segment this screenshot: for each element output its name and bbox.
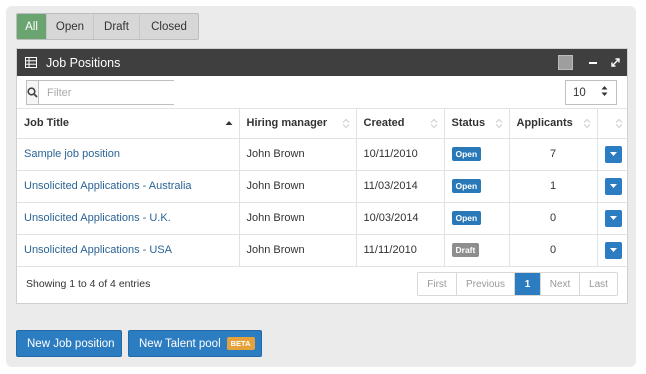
expand-icon[interactable] <box>608 55 623 70</box>
job-title-link[interactable]: Unsolicited Applications - Australia <box>24 180 192 192</box>
button-label: New Talent pool <box>139 337 221 350</box>
page-first[interactable]: First <box>418 273 457 295</box>
job-title-link[interactable]: Sample job position <box>24 148 120 160</box>
col-label: Hiring manager <box>246 117 328 130</box>
applicants-count: 1 <box>509 170 598 203</box>
pagination: First Previous 1 Next Last <box>417 272 618 296</box>
tab-closed[interactable]: Closed <box>140 14 198 39</box>
square-icon[interactable] <box>558 55 573 70</box>
table-row: Unsolicited Applications - Australia Joh… <box>17 170 629 203</box>
job-title-link[interactable]: Unsolicited Applications - USA <box>24 244 172 256</box>
col-applicants[interactable]: Applicants <box>509 109 598 139</box>
button-label: New Job position <box>27 337 115 350</box>
page-next[interactable]: Next <box>541 273 580 295</box>
job-positions-table: Job Title Hiring manager Created Status … <box>17 109 629 267</box>
table-icon <box>25 56 39 70</box>
panel-title: Job Positions <box>46 55 121 70</box>
applicants-count: 0 <box>509 202 598 235</box>
status-filter-tabs: All Open Draft Closed <box>16 13 199 40</box>
hiring-manager: John Brown <box>239 138 357 171</box>
created-date: 10/11/2010 <box>356 138 445 171</box>
hiring-manager: John Brown <box>239 234 357 267</box>
col-label: Created <box>363 117 405 130</box>
sort-icon <box>342 118 350 132</box>
status-badge: Open <box>451 211 482 225</box>
hiring-manager: John Brown <box>239 202 357 235</box>
col-label: Applicants <box>516 117 573 130</box>
minimize-icon[interactable] <box>585 55 600 70</box>
search-icon[interactable] <box>27 81 39 104</box>
applicants-count: 7 <box>509 138 598 171</box>
status-badge: Draft <box>451 243 480 257</box>
col-hiring-manager[interactable]: Hiring manager <box>239 109 357 139</box>
applicants-count: 0 <box>509 234 598 267</box>
tab-open[interactable]: Open <box>47 14 94 39</box>
page-last[interactable]: Last <box>580 273 617 295</box>
row-menu-button[interactable] <box>604 241 622 259</box>
col-label: Job Title <box>24 117 70 130</box>
sort-icon <box>495 118 503 132</box>
caret-down-icon <box>609 247 617 252</box>
table-row: Unsolicited Applications - U.K. John Bro… <box>17 202 629 235</box>
col-actions[interactable] <box>597 109 629 139</box>
page-size-select[interactable]: 10 <box>565 80 617 105</box>
entries-info: Showing 1 to 4 of 4 entries <box>26 278 151 290</box>
sort-asc-icon <box>225 118 233 130</box>
tab-draft[interactable]: Draft <box>94 14 140 39</box>
search-box <box>26 80 189 105</box>
status-badge: Open <box>451 147 482 161</box>
sort-icon <box>583 118 591 132</box>
created-date: 10/03/2014 <box>356 202 445 235</box>
new-job-position-button[interactable]: New Job position <box>16 330 122 357</box>
panel-header: Job Positions <box>17 49 627 76</box>
filter-input[interactable] <box>39 81 189 104</box>
caret-down-icon <box>609 183 617 188</box>
page-previous[interactable]: Previous <box>457 273 515 295</box>
row-menu-button[interactable] <box>604 209 622 227</box>
beta-badge: BETA <box>226 337 255 350</box>
job-positions-panel: Job Positions 10 <box>16 48 629 304</box>
col-label: Status <box>451 117 486 130</box>
caret-down-icon <box>609 215 617 220</box>
table-row: Sample job position John Brown 10/11/201… <box>17 138 629 171</box>
tab-all[interactable]: All <box>17 14 47 39</box>
page-size-value: 10 <box>573 86 586 99</box>
caret-down-icon <box>609 151 617 156</box>
page-1[interactable]: 1 <box>515 273 541 295</box>
status-badge: Open <box>451 179 482 193</box>
table-footer: Showing 1 to 4 of 4 entries First Previo… <box>17 267 627 303</box>
row-menu-button[interactable] <box>604 145 622 163</box>
table-row: Unsolicited Applications - USA John Brow… <box>17 234 629 267</box>
sort-icon <box>430 118 438 132</box>
created-date: 11/03/2014 <box>356 170 445 203</box>
col-created[interactable]: Created <box>356 109 445 139</box>
updown-icon <box>601 85 608 100</box>
new-talent-pool-button[interactable]: New Talent pool BETA <box>128 330 262 357</box>
table-header-row: Job Title Hiring manager Created Status … <box>17 109 629 139</box>
sort-icon <box>615 118 623 132</box>
job-title-link[interactable]: Unsolicited Applications - U.K. <box>24 212 171 224</box>
table-toolbar: 10 <box>17 76 627 109</box>
hiring-manager: John Brown <box>239 170 357 203</box>
row-menu-button[interactable] <box>604 177 622 195</box>
col-status[interactable]: Status <box>444 109 510 139</box>
created-date: 11/11/2010 <box>356 234 445 267</box>
col-job-title[interactable]: Job Title <box>17 109 240 139</box>
